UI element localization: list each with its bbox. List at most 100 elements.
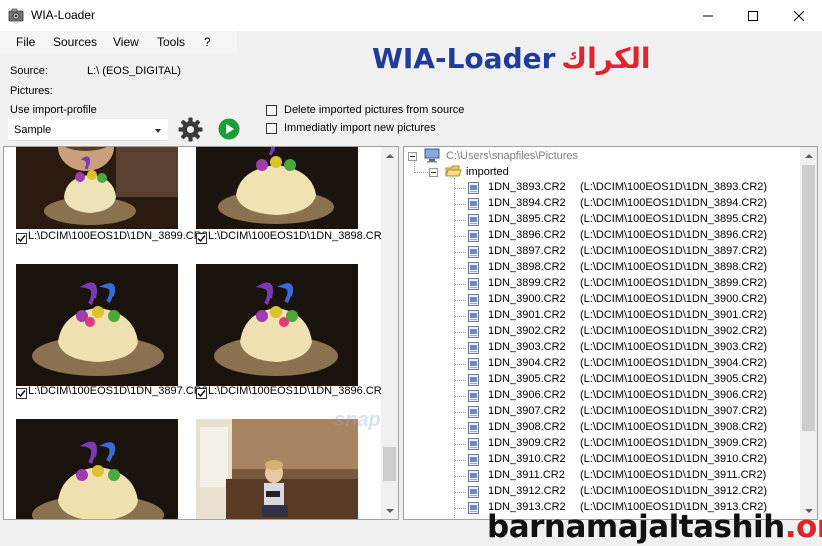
thumbnail-image [196, 419, 358, 519]
tree-file-name: 1DN_3899.CR2 [488, 277, 566, 289]
image-file-icon [468, 278, 479, 290]
scroll-up-button[interactable] [381, 147, 398, 164]
thumbnail-checkbox[interactable] [16, 233, 27, 244]
image-file-icon [468, 294, 479, 306]
watermark-tld: .org [784, 509, 822, 545]
auto-import-checkbox[interactable] [266, 122, 277, 134]
menu-sources[interactable]: Sources [53, 35, 97, 49]
tree-file-node[interactable]: 1DN_3909.CR2 (L:\DCIM\100EOS1D\1DN_3909.C… [404, 436, 799, 452]
minimize-button[interactable] [685, 0, 731, 31]
tree-file-name: 1DN_3900.CR2 [488, 293, 566, 305]
tree-connector [454, 220, 466, 221]
image-file-icon [468, 230, 479, 242]
thumbnail-image [196, 264, 358, 386]
tree-file-node[interactable]: 1DN_3903.CR2 (L:\DCIM\100EOS1D\1DN_3903.C… [404, 340, 799, 356]
image-file-icon [468, 182, 479, 194]
thumbnail-pane[interactable]: L:\DCIM\100EOS1D\1DN_3899.CR2 L:\DCIM\10… [3, 146, 399, 520]
tree-file-node[interactable]: 1DN_3902.CR2 (L:\DCIM\100EOS1D\1DN_3902.C… [404, 324, 799, 340]
tree-file-name: 1DN_3910.CR2 [488, 453, 566, 465]
menu-help[interactable]: ? [204, 35, 211, 49]
tree-file-node[interactable]: 1DN_3899.CR2 (L:\DCIM\100EOS1D\1DN_3899.C… [404, 276, 799, 292]
close-button[interactable] [776, 0, 822, 31]
tree-file-node[interactable]: 1DN_3900.CR2 (L:\DCIM\100EOS1D\1DN_3900.C… [404, 292, 799, 308]
scroll-up-button[interactable] [800, 147, 817, 164]
tree-file-name: 1DN_3896.CR2 [488, 229, 566, 241]
thumbnail-checkbox[interactable] [196, 388, 207, 399]
image-file-icon [468, 470, 479, 482]
tree-file-node[interactable]: 1DN_3912.CR2 (L:\DCIM\100EOS1D\1DN_3912.C… [404, 484, 799, 500]
import-tree-pane[interactable]: C:\Users\snapfiles\Pictures imported 1DN… [403, 146, 818, 520]
tree-file-source-path: (L:\DCIM\100EOS1D\1DN_3899.CR2) [580, 277, 768, 289]
tree-file-node[interactable]: 1DN_3905.CR2 (L:\DCIM\100EOS1D\1DN_3905.C… [404, 372, 799, 388]
image-file-icon [468, 262, 479, 274]
tree-folder-label: imported [466, 166, 509, 178]
pictures-label: Pictures: [10, 85, 53, 97]
image-file-icon [468, 486, 479, 498]
tree-file-source-path: (L:\DCIM\100EOS1D\1DN_3908.CR2) [580, 421, 768, 433]
maximize-button[interactable] [730, 0, 776, 31]
camera-app-icon [8, 8, 24, 22]
tree-file-source-path: (L:\DCIM\100EOS1D\1DN_3897.CR2) [580, 245, 768, 257]
thumbnail-image [16, 147, 178, 229]
collapse-icon[interactable] [429, 168, 438, 177]
tree-file-node[interactable]: 1DN_3897.CR2 (L:\DCIM\100EOS1D\1DN_3897.C… [404, 244, 799, 260]
tree-file-source-path: (L:\DCIM\100EOS1D\1DN_3900.CR2) [580, 293, 768, 305]
tree-file-source-path: (L:\DCIM\100EOS1D\1DN_3893.CR2) [580, 181, 768, 193]
scroll-down-button[interactable] [381, 502, 398, 519]
tree-file-node[interactable]: 1DN_3907.CR2 (L:\DCIM\100EOS1D\1DN_3907.C… [404, 404, 799, 420]
scroll-thumb[interactable] [383, 447, 396, 481]
auto-import-label: Immediatly import new pictures [284, 122, 436, 134]
image-file-icon [468, 422, 479, 434]
image-file-icon [468, 342, 479, 354]
tree-file-node[interactable]: 1DN_3908.CR2 (L:\DCIM\100EOS1D\1DN_3908.C… [404, 420, 799, 436]
settings-gear-icon[interactable] [178, 117, 203, 142]
menu-view[interactable]: View [113, 35, 139, 49]
tree-file-node[interactable]: 1DN_3911.CR2 (L:\DCIM\100EOS1D\1DN_3911.C… [404, 468, 799, 484]
tree-connector [454, 284, 466, 285]
tree-file-node[interactable]: 1DN_3906.CR2 (L:\DCIM\100EOS1D\1DN_3906.C… [404, 388, 799, 404]
tree-scrollbar[interactable] [800, 147, 817, 519]
tree-file-node[interactable]: 1DN_3895.CR2 (L:\DCIM\100EOS1D\1DN_3895.C… [404, 212, 799, 228]
tree-file-name: 1DN_3903.CR2 [488, 341, 566, 353]
delete-imported-option[interactable]: Delete imported pictures from source [266, 104, 464, 116]
tree-file-node[interactable]: 1DN_3898.CR2 (L:\DCIM\100EOS1D\1DN_3898.C… [404, 260, 799, 276]
tree-connector [454, 380, 466, 381]
tree-connector [454, 332, 466, 333]
tree-file-name: 1DN_3905.CR2 [488, 373, 566, 385]
tree-file-source-path: (L:\DCIM\100EOS1D\1DN_3909.CR2) [580, 437, 768, 449]
arrow-up-icon [385, 153, 394, 158]
scroll-thumb[interactable] [802, 165, 815, 431]
tree-file-node[interactable]: 1DN_3910.CR2 (L:\DCIM\100EOS1D\1DN_3910.C… [404, 452, 799, 468]
tree-file-source-path: (L:\DCIM\100EOS1D\1DN_3910.CR2) [580, 453, 768, 465]
tree-file-name: 1DN_3901.CR2 [488, 309, 566, 321]
tree-file-source-path: (L:\DCIM\100EOS1D\1DN_3894.CR2) [580, 197, 768, 209]
close-icon [794, 10, 804, 21]
tree-file-name: 1DN_3911.CR2 [488, 469, 565, 481]
arrow-up-icon [804, 153, 813, 158]
delete-imported-checkbox[interactable] [266, 104, 277, 116]
profile-select[interactable]: Sample [8, 119, 168, 141]
thumbnail-checkbox[interactable] [16, 388, 27, 399]
menu-tools[interactable]: Tools [157, 35, 185, 49]
tree-connector [454, 204, 466, 205]
image-file-icon [468, 502, 479, 514]
thumbnail-checkbox[interactable] [196, 233, 207, 244]
tree-file-node[interactable]: 1DN_3894.CR2 (L:\DCIM\100EOS1D\1DN_3894.C… [404, 196, 799, 212]
tree-connector [454, 364, 466, 365]
thumbnail-image [16, 419, 178, 519]
auto-import-option[interactable]: Immediatly import new pictures [266, 122, 436, 134]
tree-file-node[interactable]: 1DN_3893.CR2 (L:\DCIM\100EOS1D\1DN_3893.C… [404, 180, 799, 196]
collapse-icon[interactable] [408, 152, 417, 161]
tree-root-node[interactable]: C:\Users\snapfiles\Pictures [404, 148, 804, 164]
tree-file-name: 1DN_3902.CR2 [488, 325, 566, 337]
tree-file-node[interactable]: 1DN_3901.CR2 (L:\DCIM\100EOS1D\1DN_3901.C… [404, 308, 799, 324]
tree-folder-node[interactable]: imported [404, 164, 604, 180]
start-import-play-icon[interactable] [218, 118, 240, 140]
tree-file-name: 1DN_3904.CR2 [488, 357, 566, 369]
delete-imported-label: Delete imported pictures from source [284, 104, 465, 116]
menu-file[interactable]: File [16, 35, 35, 49]
thumbnail-scrollbar[interactable] [381, 147, 398, 519]
tree-file-node[interactable]: 1DN_3896.CR2 (L:\DCIM\100EOS1D\1DN_3896.C… [404, 228, 799, 244]
tree-file-node[interactable]: 1DN_3904.CR2 (L:\DCIM\100EOS1D\1DN_3904.C… [404, 356, 799, 372]
image-file-icon [468, 310, 479, 322]
